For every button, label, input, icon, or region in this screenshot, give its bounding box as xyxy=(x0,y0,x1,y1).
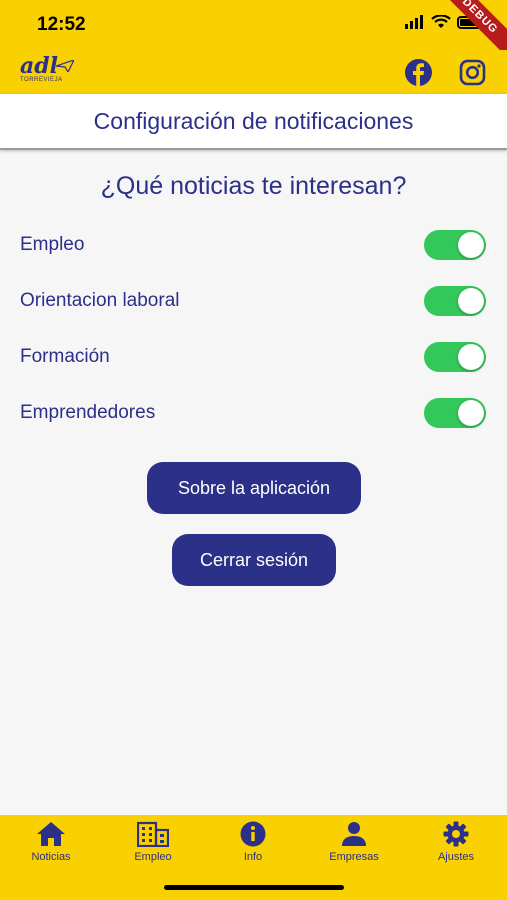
signal-icon xyxy=(405,15,423,29)
wifi-icon xyxy=(431,15,451,28)
status-time: 12:52 xyxy=(37,14,86,35)
app-logo[interactable]: adl TORREVIEJA xyxy=(20,54,80,90)
nav-item-empleo[interactable]: Empleo xyxy=(108,821,198,863)
setting-label: Formación xyxy=(20,346,110,367)
home-icon xyxy=(37,822,65,846)
nav-label: Ajustes xyxy=(437,851,475,863)
toggle-emprendedores[interactable] xyxy=(424,398,486,428)
gear-icon xyxy=(443,821,469,847)
nav-label: Info xyxy=(243,851,263,863)
toggle-orientacion[interactable] xyxy=(424,286,486,316)
status-bar: 12:52 DEBUG xyxy=(0,0,507,62)
setting-row-formacion: Formación xyxy=(20,337,486,377)
nav-item-info[interactable]: Info xyxy=(208,821,298,863)
toggle-empleo[interactable] xyxy=(424,230,486,260)
page-title-bar: Configuración de notificaciones xyxy=(0,94,507,150)
about-app-button[interactable]: Sobre la aplicación xyxy=(147,462,361,514)
info-icon xyxy=(240,821,266,847)
person-icon xyxy=(342,822,366,846)
nav-item-noticias[interactable]: Noticias xyxy=(6,821,96,863)
home-indicator[interactable] xyxy=(164,885,344,890)
toggle-knob xyxy=(458,232,484,258)
setting-row-empleo: Empleo xyxy=(20,225,486,265)
nav-label: Empleo xyxy=(134,851,172,863)
paper-plane-icon xyxy=(56,60,74,72)
nav-item-empresas[interactable]: Empresas xyxy=(309,821,399,863)
setting-row-orientacion: Orientacion laboral xyxy=(20,281,486,321)
nav-label: Empresas xyxy=(329,851,379,863)
setting-label: Empleo xyxy=(20,234,85,255)
setting-label: Orientacion laboral xyxy=(20,290,180,311)
setting-row-emprendedores: Emprendedores xyxy=(20,393,486,433)
setting-label: Emprendedores xyxy=(20,402,156,423)
toggle-formacion[interactable] xyxy=(424,342,486,372)
toggle-knob xyxy=(458,400,484,426)
toggle-knob xyxy=(458,344,484,370)
facebook-icon[interactable] xyxy=(405,59,432,86)
instagram-icon[interactable] xyxy=(459,59,486,86)
nav-item-ajustes[interactable]: Ajustes xyxy=(411,821,501,863)
building-icon xyxy=(137,821,169,847)
page-title: Configuración de notificaciones xyxy=(93,107,414,134)
toggle-knob xyxy=(458,288,484,314)
logo-subtitle: TORREVIEJA xyxy=(20,77,63,83)
section-question: ¿Qué noticias te interesan? xyxy=(100,172,407,200)
app-header: adl TORREVIEJA xyxy=(0,50,507,94)
nav-label: Noticias xyxy=(31,851,71,863)
logout-button[interactable]: Cerrar sesión xyxy=(172,534,336,586)
